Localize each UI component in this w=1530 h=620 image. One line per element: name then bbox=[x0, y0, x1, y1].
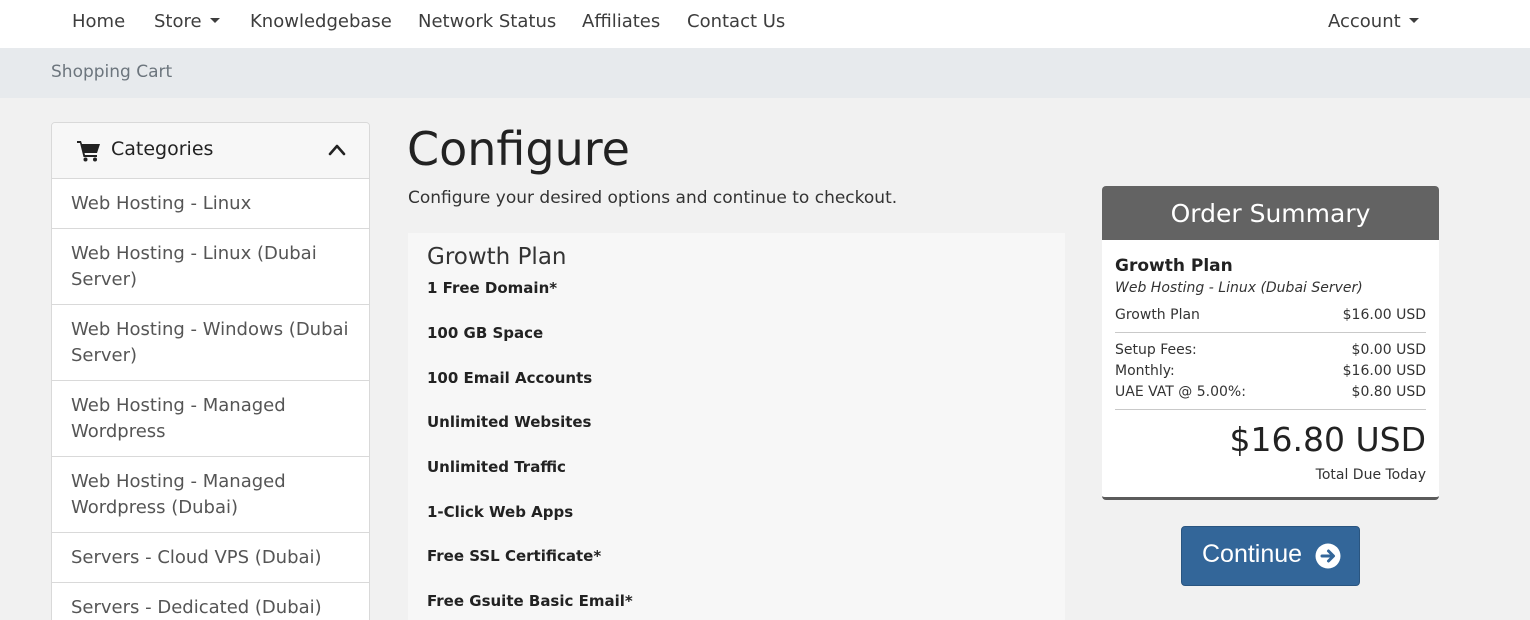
summary-total-label: Total Due Today bbox=[1315, 467, 1426, 483]
product-feature: 1-Click Web Apps bbox=[427, 503, 574, 521]
category-cloud-vps-dubai[interactable]: Servers - Cloud VPS (Dubai) bbox=[52, 533, 369, 583]
top-navbar: Home Store Knowledgebase Network Status … bbox=[0, 0, 1530, 48]
breadcrumb: Shopping Cart bbox=[51, 62, 173, 82]
categories-title: Categories bbox=[111, 138, 214, 160]
fee-label: Setup Fees: bbox=[1115, 342, 1197, 358]
summary-divider bbox=[1115, 332, 1426, 333]
summary-product-group: Web Hosting - Linux (Dubai Server) bbox=[1115, 280, 1363, 296]
product-name: Growth Plan bbox=[427, 244, 567, 270]
product-feature: 100 GB Space bbox=[427, 324, 544, 342]
categories-header[interactable]: Categories bbox=[52, 123, 369, 179]
continue-label: Continue bbox=[1202, 540, 1303, 568]
continue-button[interactable]: Continue bbox=[1181, 526, 1360, 586]
nav-affiliates[interactable]: Affiliates bbox=[582, 11, 660, 32]
product-feature: Free Gsuite Basic Email* bbox=[427, 592, 633, 610]
nav-home[interactable]: Home bbox=[72, 11, 125, 32]
nav-account[interactable]: Account bbox=[1328, 11, 1419, 32]
chevron-up-icon[interactable] bbox=[328, 141, 346, 159]
order-summary: Order Summary Growth Plan Web Hosting - … bbox=[1102, 186, 1439, 500]
product-info-panel: Growth Plan 1 Free Domain* 100 GB Space … bbox=[408, 233, 1065, 620]
product-feature: 1 Free Domain* bbox=[427, 279, 558, 297]
nav-network-status[interactable]: Network Status bbox=[418, 11, 556, 32]
order-summary-title: Order Summary bbox=[1102, 186, 1439, 240]
product-feature: Unlimited Websites bbox=[427, 413, 592, 431]
product-feature: 100 Email Accounts bbox=[427, 369, 593, 387]
page-title: Configure bbox=[407, 122, 630, 176]
breadcrumb-bar: Shopping Cart bbox=[0, 48, 1530, 98]
categories-sidebar: Categories Web Hosting - Linux Web Hosti… bbox=[51, 122, 370, 620]
arrow-circle-right-icon bbox=[1315, 543, 1341, 569]
nav-store[interactable]: Store bbox=[154, 11, 220, 32]
shopping-cart-icon bbox=[77, 141, 100, 162]
caret-down-icon bbox=[1408, 17, 1419, 23]
caret-down-icon bbox=[209, 17, 220, 23]
summary-divider bbox=[1115, 409, 1426, 410]
nav-knowledgebase[interactable]: Knowledgebase bbox=[250, 11, 392, 32]
fee-value: $16.00 USD bbox=[1342, 363, 1426, 379]
fee-label: UAE VAT @ 5.00%: bbox=[1115, 384, 1246, 400]
category-dedicated-dubai[interactable]: Servers - Dedicated (Dubai) bbox=[52, 583, 369, 620]
nav-contact-us[interactable]: Contact Us bbox=[687, 11, 785, 32]
summary-line-label: Growth Plan bbox=[1115, 307, 1200, 323]
summary-total: $16.80 USD bbox=[1229, 420, 1426, 459]
fee-label: Monthly: bbox=[1115, 363, 1175, 379]
category-web-hosting-linux-dubai[interactable]: Web Hosting - Linux (Dubai Server) bbox=[52, 229, 369, 305]
category-managed-wordpress[interactable]: Web Hosting - Managed Wordpress bbox=[52, 381, 369, 457]
category-web-hosting-windows-dubai[interactable]: Web Hosting - Windows (Dubai Server) bbox=[52, 305, 369, 381]
fee-value: $0.80 USD bbox=[1351, 384, 1426, 400]
fee-value: $0.00 USD bbox=[1351, 342, 1426, 358]
page-subtitle: Configure your desired options and conti… bbox=[408, 188, 898, 208]
summary-line-value: $16.00 USD bbox=[1342, 307, 1426, 323]
product-feature: Free SSL Certificate* bbox=[427, 547, 602, 565]
category-web-hosting-linux[interactable]: Web Hosting - Linux bbox=[52, 179, 369, 229]
summary-product-name: Growth Plan bbox=[1115, 256, 1233, 276]
product-feature: Unlimited Traffic bbox=[427, 458, 566, 476]
category-managed-wordpress-dubai[interactable]: Web Hosting - Managed Wordpress (Dubai) bbox=[52, 457, 369, 533]
